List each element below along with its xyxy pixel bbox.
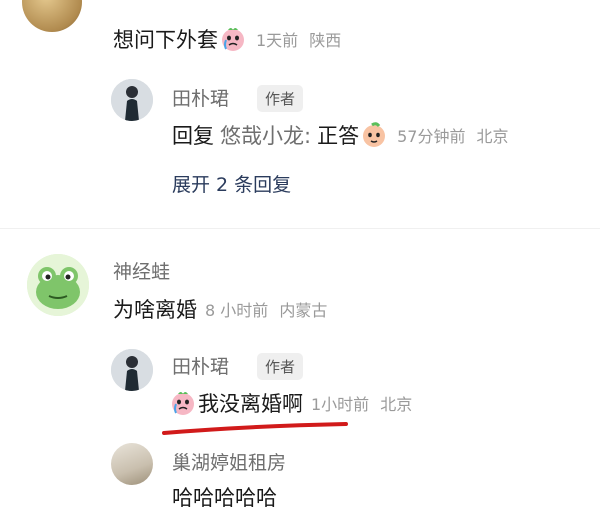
- comment-author[interactable]: 神经蛙: [113, 257, 170, 284]
- avatar[interactable]: [111, 349, 153, 391]
- author-badge: 作者: [257, 353, 304, 380]
- reply-author[interactable]: 田朴珺: [172, 352, 229, 379]
- comment-content: 为啥离婚 8 小时前 内蒙古: [113, 294, 327, 324]
- comment-location: 陕西: [309, 31, 342, 50]
- author-silhouette-icon: [111, 79, 153, 121]
- reply-target-user[interactable]: 悠哉小龙:: [220, 120, 311, 150]
- reply-author[interactable]: 田朴珺: [172, 84, 229, 111]
- expand-replies-button[interactable]: 展开 2 条回复: [172, 170, 291, 197]
- frog-avatar-icon: [27, 254, 89, 316]
- author-silhouette-icon: [111, 349, 153, 391]
- reply-content: 回复 悠哉小龙: 正答 57分钟前 北京: [172, 120, 509, 150]
- reply-text: 哈哈哈哈哈: [172, 486, 277, 510]
- avatar[interactable]: [111, 443, 153, 485]
- reply-time: 57分钟前: [397, 127, 466, 146]
- reply-text: 我没离婚啊: [198, 392, 303, 416]
- reply-location: 北京: [476, 127, 509, 146]
- comment-time: 8 小时前: [205, 301, 269, 320]
- crying-face-emoji-icon: [172, 392, 194, 415]
- reply-author[interactable]: 巢湖婷姐租房: [172, 448, 286, 475]
- avatar[interactable]: [111, 79, 153, 121]
- comment-text: 为啥离婚: [113, 298, 197, 322]
- comment-text: 想问下外套: [113, 28, 218, 52]
- peach-face-emoji-icon: [363, 122, 386, 147]
- comment-location: 内蒙古: [279, 301, 328, 320]
- reply-text: 正答: [317, 124, 360, 148]
- avatar[interactable]: [22, 0, 82, 32]
- comment-time: 1天前: [256, 31, 299, 50]
- avatar[interactable]: [27, 254, 89, 316]
- author-badge: 作者: [257, 85, 304, 112]
- reply-content: 我没离婚啊 1小时前 北京: [168, 388, 412, 418]
- reply-location: 北京: [380, 395, 413, 414]
- reply-prefix: 回复: [172, 124, 214, 148]
- crying-face-emoji-icon: [222, 28, 244, 51]
- comment-content: 想问下外套 1天前 陕西: [113, 24, 341, 54]
- reply-content: 哈哈哈哈哈: [172, 482, 277, 512]
- red-underline-annotation: [162, 422, 348, 435]
- reply-time: 1小时前: [311, 395, 370, 414]
- divider: [0, 228, 600, 229]
